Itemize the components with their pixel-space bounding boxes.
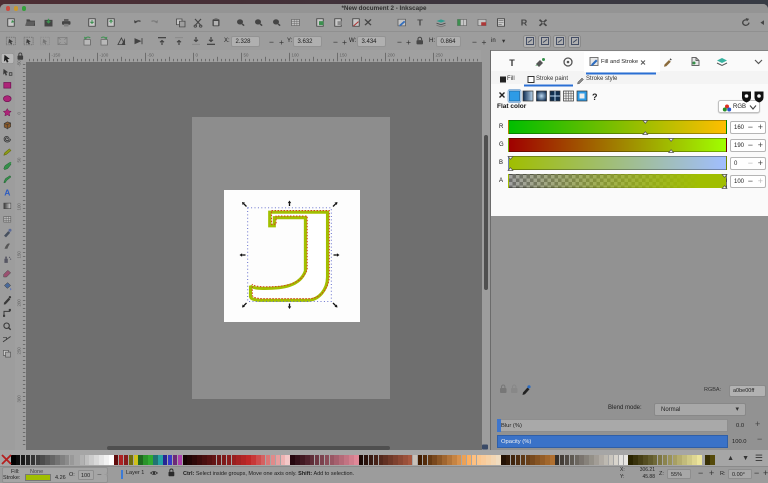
svg-text:T: T <box>509 58 515 68</box>
svg-text:150: 150 <box>340 53 348 58</box>
svg-text:-100: -100 <box>100 53 109 58</box>
svg-text:-150: -150 <box>52 53 61 58</box>
svg-text:200: 200 <box>17 299 22 307</box>
svg-text:250: 250 <box>436 53 444 58</box>
svg-text:A: A <box>4 188 10 198</box>
svg-text:-50: -50 <box>148 53 155 58</box>
svg-text:50: 50 <box>244 53 249 58</box>
svg-text:-50: -50 <box>17 60 22 67</box>
svg-text:200: 200 <box>388 53 396 58</box>
svg-text:100: 100 <box>292 53 300 58</box>
svg-text:R: R <box>521 18 528 27</box>
svg-text:250: 250 <box>17 347 22 355</box>
svg-text:300: 300 <box>17 395 22 403</box>
svg-text:150: 150 <box>17 251 22 259</box>
svg-text:50: 50 <box>17 157 22 162</box>
svg-text:100: 100 <box>17 203 22 211</box>
svg-text:0: 0 <box>196 53 199 58</box>
svg-text:?: ? <box>592 92 598 102</box>
svg-text:0: 0 <box>17 112 22 115</box>
svg-text:T: T <box>417 18 423 27</box>
